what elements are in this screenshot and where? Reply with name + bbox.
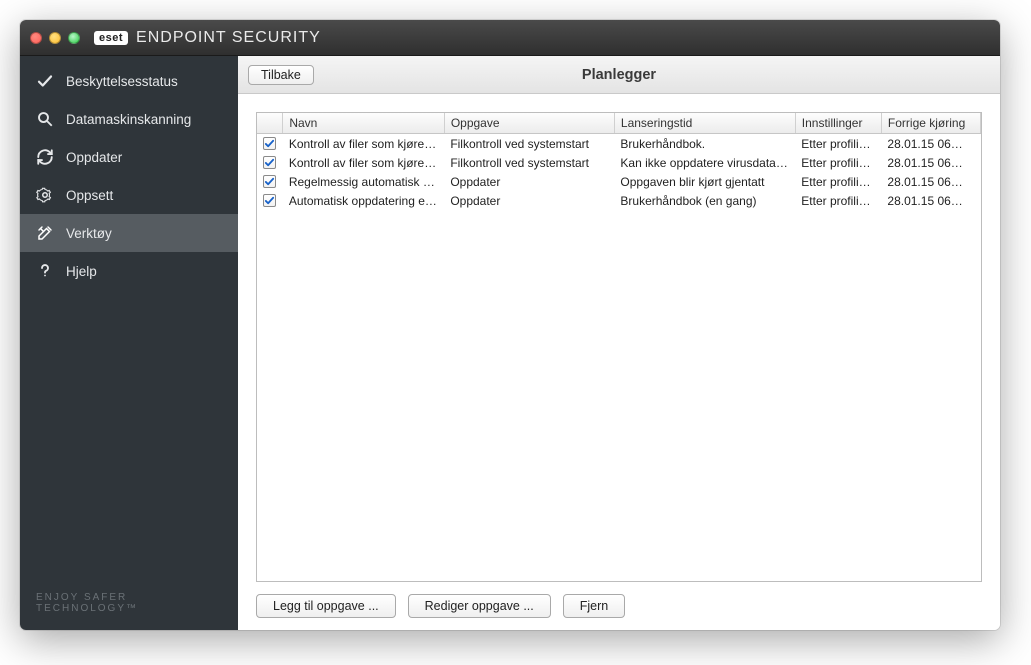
toolbar: Tilbake Planlegger [238,56,1000,94]
sidebar-item-label: Hjelp [66,264,97,279]
task-enabled-checkbox[interactable] [263,175,276,188]
refresh-icon [36,148,54,166]
tools-icon [36,224,54,242]
main-panel: Tilbake Planlegger [238,56,1000,630]
row-settings-cell: Etter profilinnlasting [795,153,881,172]
scheduler-panel: Navn Oppgave Lanseringstid Innstillinger… [238,94,1000,630]
sidebar-item-label: Beskyttelsesstatus [66,74,178,89]
table-row[interactable]: Kontroll av filer som kjøres ved oppstar… [257,153,981,172]
gear-icon [36,186,54,204]
row-task-cell: Oppdater [444,191,614,210]
table-row[interactable]: Automatisk oppdatering etter brukerpålog… [257,191,981,210]
sidebar-footer-tagline: ENJOY SAFER TECHNOLOGY™ [20,576,238,630]
sidebar-item-label: Verktøy [66,226,112,241]
row-checkbox-cell[interactable] [257,191,283,210]
task-enabled-checkbox[interactable] [263,194,276,207]
row-name-cell: Automatisk oppdatering etter brukerpålog… [283,191,444,210]
row-last-run-cell: 28.01.15 06… [881,172,980,191]
row-checkbox-cell[interactable] [257,172,283,191]
task-enabled-checkbox[interactable] [263,156,276,169]
bottom-button-bar: Legg til oppgave ... Rediger oppgave ...… [256,582,982,618]
close-window-button[interactable] [30,32,42,44]
row-name-cell: Kontroll av filer som kjøres ved oppstar… [283,153,444,172]
brand: eset ENDPOINT SECURITY [94,29,321,47]
task-enabled-checkbox[interactable] [263,137,276,150]
row-last-run-cell: 28.01.15 06… [881,191,980,210]
col-header-name[interactable]: Navn [283,113,444,134]
row-task-cell: Filkontroll ved systemstart [444,153,614,172]
sidebar-item-computer-scan[interactable]: Datamaskinskanning [20,100,238,138]
sidebar-item-label: Datamaskinskanning [66,112,191,127]
check-icon [36,72,54,90]
sidebar-item-label: Oppsett [66,188,113,203]
sidebar-item-label: Oppdater [66,150,122,165]
sidebar-nav: Beskyttelsesstatus Datamaskinskanning Op… [20,56,238,290]
row-name-cell: Regelmessig automatisk oppdatering [283,172,444,191]
col-header-task[interactable]: Oppgave [444,113,614,134]
row-task-cell: Filkontroll ved systemstart [444,134,614,154]
minimize-window-button[interactable] [49,32,61,44]
zoom-window-button[interactable] [68,32,80,44]
task-table-container: Navn Oppgave Lanseringstid Innstillinger… [256,112,982,582]
row-name-cell: Kontroll av filer som kjøres ved oppstar… [283,134,444,154]
window-controls [30,32,80,44]
sidebar-item-update[interactable]: Oppdater [20,138,238,176]
sidebar-item-help[interactable]: Hjelp [20,252,238,290]
brand-logo: eset [94,31,128,45]
row-launch-cell: Kan ikke oppdatere virusdatabasen [614,153,795,172]
question-icon [36,262,54,280]
row-launch-cell: Brukerhåndbok (en gang) [614,191,795,210]
row-task-cell: Oppdater [444,172,614,191]
table-header-row: Navn Oppgave Lanseringstid Innstillinger… [257,113,981,134]
add-task-button[interactable]: Legg til oppgave ... [256,594,396,618]
back-button[interactable]: Tilbake [248,65,314,85]
sidebar-item-tools[interactable]: Verktøy [20,214,238,252]
app-window: eset ENDPOINT SECURITY Beskyttelsesstatu… [20,20,1000,630]
col-header-launch-time[interactable]: Lanseringstid [614,113,795,134]
page-title: Planlegger [238,67,1000,83]
sidebar: Beskyttelsesstatus Datamaskinskanning Op… [20,56,238,630]
content: Beskyttelsesstatus Datamaskinskanning Op… [20,56,1000,630]
col-header-settings[interactable]: Innstillinger [795,113,881,134]
table-row[interactable]: Regelmessig automatisk oppdateringOppdat… [257,172,981,191]
row-settings-cell: Etter profilinnlasting [795,134,881,154]
remove-task-button[interactable]: Fjern [563,594,625,618]
task-table: Navn Oppgave Lanseringstid Innstillinger… [257,113,981,210]
magnify-icon [36,110,54,128]
sidebar-item-protection-status[interactable]: Beskyttelsesstatus [20,62,238,100]
row-settings-cell: Etter profilinnlasting [795,191,881,210]
row-last-run-cell: 28.01.15 06… [881,134,980,154]
row-settings-cell: Etter profilinnlasting [795,172,881,191]
row-launch-cell: Brukerhåndbok. [614,134,795,154]
row-checkbox-cell[interactable] [257,134,283,154]
titlebar: eset ENDPOINT SECURITY [20,20,1000,56]
row-launch-cell: Oppgaven blir kjørt gjentatt [614,172,795,191]
col-header-last-run[interactable]: Forrige kjøring [881,113,980,134]
sidebar-item-setup[interactable]: Oppsett [20,176,238,214]
table-row[interactable]: Kontroll av filer som kjøres ved oppstar… [257,134,981,154]
row-checkbox-cell[interactable] [257,153,283,172]
row-last-run-cell: 28.01.15 06… [881,153,980,172]
edit-task-button[interactable]: Rediger oppgave ... [408,594,551,618]
col-header-checkbox[interactable] [257,113,283,134]
brand-title: ENDPOINT SECURITY [136,29,321,47]
